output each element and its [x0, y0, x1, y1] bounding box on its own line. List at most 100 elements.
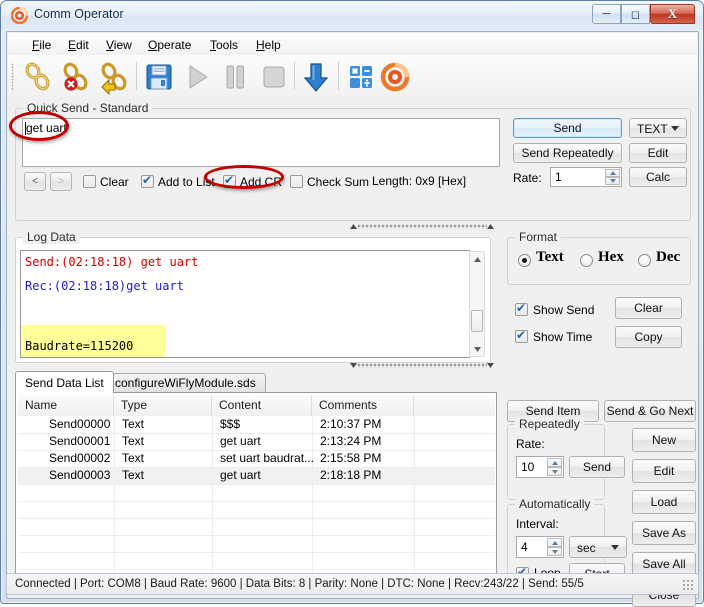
- column-header-blank[interactable]: [414, 395, 495, 416]
- menu-operate[interactable]: Operate: [140, 36, 199, 53]
- interval-down[interactable]: [547, 547, 562, 556]
- status-text: Connected | Port: COM8 | Baud Rate: 9600…: [15, 578, 584, 590]
- calc-button[interactable]: Calc: [629, 167, 687, 187]
- disconnect-chain-icon: [63, 62, 88, 91]
- save-as-button[interactable]: Save As: [632, 521, 696, 545]
- resize-grip[interactable]: [682, 579, 694, 591]
- clear-checkbox[interactable]: [83, 175, 96, 188]
- toolbar-grip[interactable]: [11, 63, 14, 91]
- send-and-go-next-button[interactable]: Send & Go Next: [604, 400, 696, 422]
- column-header-name[interactable]: Name: [18, 395, 114, 416]
- cell-comments: 2:15:58 PM: [320, 451, 382, 465]
- menu-edit[interactable]: Edit: [60, 36, 97, 53]
- send-data-table[interactable]: Name Type Content Comments Send00000 Tex…: [18, 395, 495, 593]
- reconnect-chain-icon: [101, 62, 127, 96]
- rate-spinner-up[interactable]: [605, 169, 620, 177]
- cell-content: get uart: [220, 434, 261, 448]
- play-button[interactable]: [179, 59, 215, 95]
- repeat-rate-spinner[interactable]: 10: [516, 456, 564, 478]
- tab-configure-wifly-module[interactable]: configureWiFlyModule.sds: [105, 373, 266, 392]
- log-scroll-thumb[interactable]: [471, 310, 483, 332]
- about-button[interactable]: [377, 59, 413, 95]
- reconnect-button[interactable]: [96, 59, 132, 96]
- maximize-button[interactable]: ◻: [621, 4, 650, 24]
- calculator-icon: [350, 66, 372, 88]
- cell-type: Text: [122, 434, 145, 448]
- quick-send-next-button[interactable]: >: [50, 172, 72, 191]
- column-header-content[interactable]: Content: [212, 395, 312, 416]
- save-button[interactable]: [141, 59, 177, 95]
- edit-button[interactable]: Edit: [632, 459, 696, 483]
- quick-send-prev-button[interactable]: <: [24, 172, 46, 191]
- table-row[interactable]: Send00000 Text $$$ 2:10:37 PM: [18, 416, 495, 433]
- cell-comments: 2:18:18 PM: [320, 468, 382, 482]
- edit-quick-send-button[interactable]: Edit: [629, 143, 687, 163]
- horizontal-splitter-top[interactable]: [347, 222, 497, 231]
- format-text-label: Text: [536, 249, 564, 265]
- show-time-checkbox[interactable]: [515, 328, 528, 343]
- add-to-list-checkbox[interactable]: [141, 173, 154, 188]
- splitter-collapse-down-left[interactable]: [349, 362, 358, 369]
- new-button[interactable]: New: [632, 428, 696, 452]
- clear-log-button[interactable]: Clear: [615, 297, 682, 319]
- send-repeatedly-button[interactable]: Send Repeatedly: [513, 143, 622, 163]
- menu-file[interactable]: File: [24, 36, 59, 53]
- minimize-button[interactable]: ─: [592, 4, 621, 24]
- menu-view[interactable]: View: [98, 36, 140, 53]
- column-header-comments[interactable]: Comments: [312, 395, 414, 416]
- format-text-radio[interactable]: [518, 254, 531, 267]
- repeat-rate-up[interactable]: [547, 458, 562, 467]
- menu-help[interactable]: Help: [248, 36, 289, 53]
- maximize-icon: ◻: [630, 8, 641, 21]
- repeat-rate-spinner-buttons[interactable]: [547, 458, 562, 476]
- title-bar: Comm Operator ─ ◻ X: [1, 1, 703, 30]
- log-scrollbar[interactable]: [469, 251, 485, 357]
- log-scroll-down-arrow[interactable]: [470, 342, 484, 356]
- cell-content: $$$: [220, 417, 241, 431]
- repeat-send-button[interactable]: Send: [569, 456, 625, 478]
- toolbar-separator-2: [294, 62, 295, 90]
- download-arrow-icon: [303, 63, 329, 92]
- tab-send-data-list[interactable]: Send Data List: [15, 371, 114, 393]
- repeat-rate-down[interactable]: [547, 467, 562, 476]
- interval-unit-combo[interactable]: sec: [569, 536, 627, 558]
- splitter-collapse-down-right[interactable]: [486, 362, 495, 369]
- receive-button[interactable]: [298, 59, 334, 95]
- check-sum-checkbox[interactable]: [290, 175, 303, 188]
- splitter-collapse-up-right[interactable]: [486, 223, 495, 230]
- horizontal-splitter-bottom[interactable]: [347, 361, 497, 370]
- interval-spinner[interactable]: 4: [516, 536, 564, 558]
- pause-button[interactable]: [217, 59, 253, 95]
- show-send-checkbox[interactable]: [515, 301, 528, 316]
- disconnect-button[interactable]: [58, 59, 94, 95]
- log-scroll-up-arrow[interactable]: [470, 252, 484, 266]
- quick-send-input[interactable]: get uart: [22, 118, 500, 167]
- close-button[interactable]: X: [650, 4, 695, 24]
- quick-send-input-text: get uart: [26, 121, 67, 135]
- quick-send-title: Quick Send - Standard: [23, 101, 153, 115]
- rate-spinner-buttons[interactable]: [605, 169, 620, 185]
- splitter-collapse-up-left[interactable]: [349, 223, 358, 230]
- format-dec-radio[interactable]: [638, 254, 651, 267]
- copy-log-button[interactable]: Copy: [615, 326, 682, 348]
- menu-tools[interactable]: Tools: [202, 36, 246, 53]
- table-row[interactable]: Send00002 Text set uart baudrat... 2:15:…: [18, 450, 495, 467]
- format-dec-label: Dec: [656, 249, 681, 265]
- connect-button[interactable]: [20, 59, 56, 95]
- load-button[interactable]: Load: [632, 490, 696, 514]
- log-data-text[interactable]: Send:(02:18:18) get uart Rec:(02:18:18)g…: [20, 250, 470, 358]
- table-row[interactable]: Send00001 Text get uart 2:13:24 PM: [18, 433, 495, 450]
- column-header-type[interactable]: Type: [114, 395, 212, 416]
- application-window: Comm Operator ─ ◻ X File Edit View Opera…: [0, 0, 704, 607]
- send-button[interactable]: Send: [513, 118, 622, 138]
- format-hex-radio[interactable]: [580, 254, 593, 267]
- calculator-button[interactable]: [343, 59, 379, 95]
- rate-spinner[interactable]: 1: [550, 167, 622, 187]
- stop-button[interactable]: [255, 59, 291, 95]
- add-cr-checkbox[interactable]: [223, 173, 236, 188]
- interval-up[interactable]: [547, 538, 562, 547]
- table-row[interactable]: Send00003 Text get uart 2:18:18 PM: [18, 467, 495, 484]
- rate-spinner-down[interactable]: [605, 177, 620, 185]
- format-combo[interactable]: TEXT: [629, 118, 687, 138]
- interval-spinner-buttons[interactable]: [547, 538, 562, 556]
